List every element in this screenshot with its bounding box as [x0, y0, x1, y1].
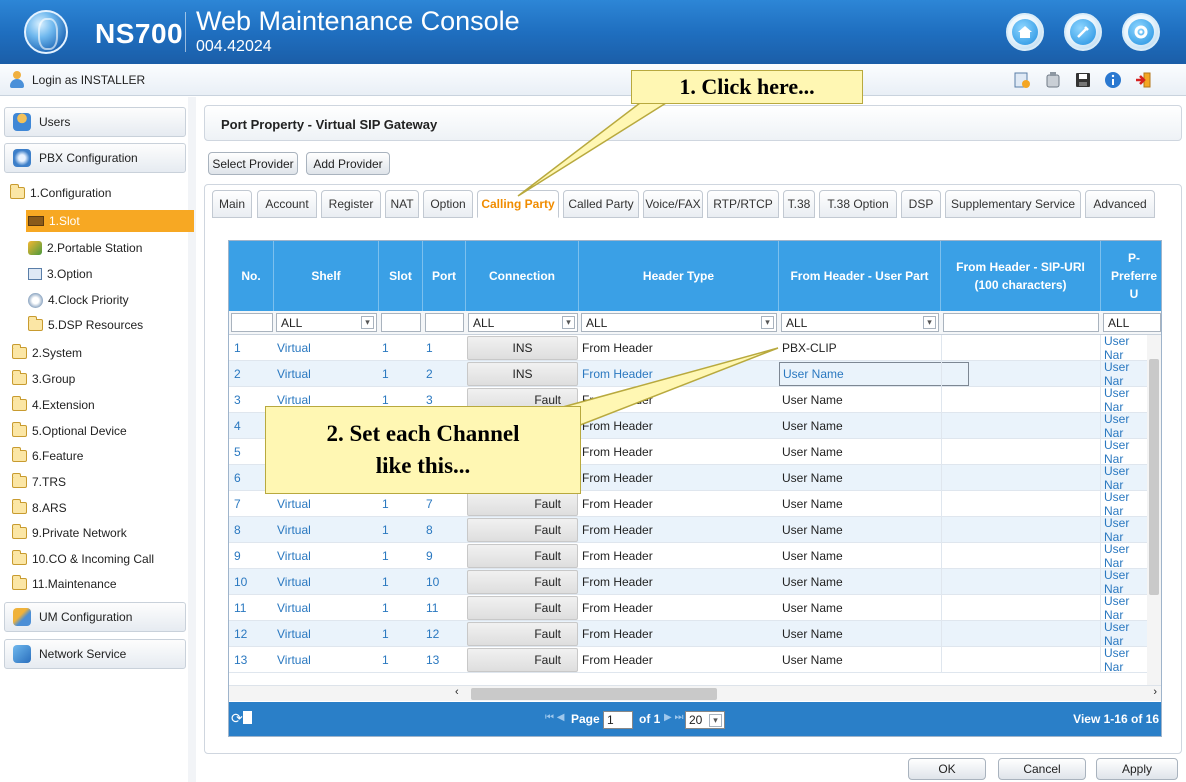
callout-text-line2: like this...: [375, 453, 471, 478]
callout-2-pointer: [551, 347, 779, 438]
callout-text-line1: 2. Set each Channel: [326, 421, 520, 446]
callout-pointers: [517, 102, 779, 438]
callout-set-each-channel: 2. Set each Channel like this...: [265, 406, 581, 494]
callout-click-here: 1. Click here...: [631, 70, 863, 104]
callout-text: 1. Click here...: [679, 74, 815, 99]
callout-1-pointer: [517, 102, 669, 197]
